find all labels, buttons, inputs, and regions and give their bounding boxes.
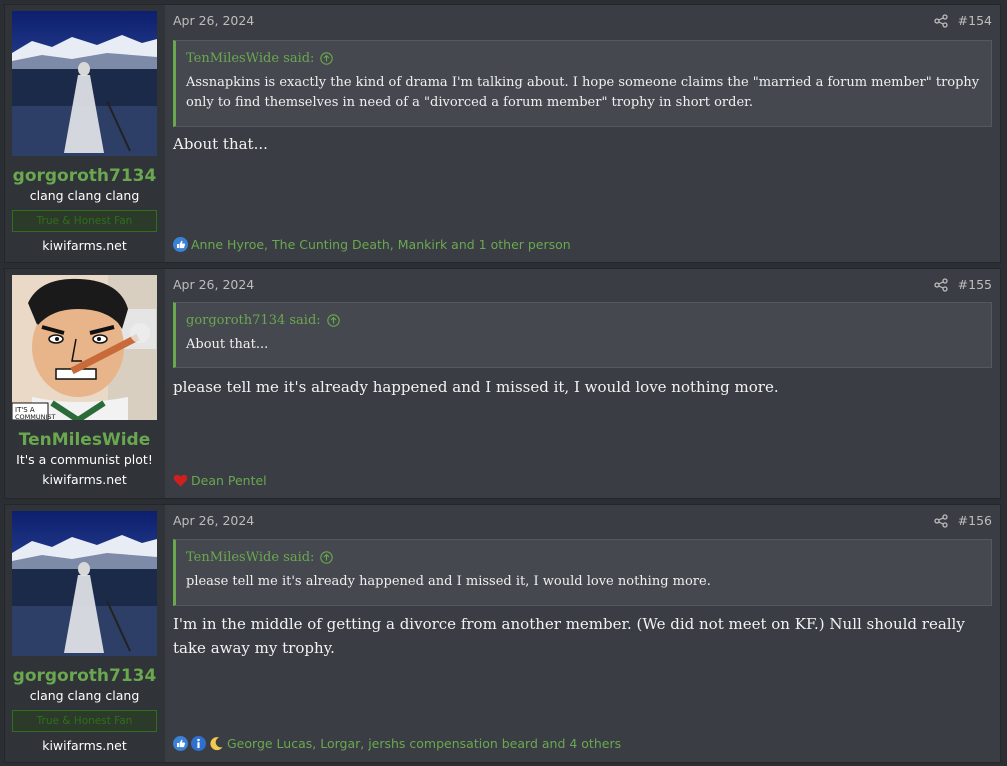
avatar[interactable]: IT'S A COMMUNIST [12,275,157,420]
message-body: please tell me it's already happened and… [173,378,779,396]
like-icon [173,736,188,751]
post-header-actions: #156 [934,513,992,528]
username[interactable]: gorgoroth7134 [12,165,157,187]
post-content: Apr 26, 2024 #155 gorgoroth7134 said: Ab… [165,269,1000,498]
heart-icon [173,474,188,487]
user-site: kiwifarms.net [42,738,127,753]
post-154: gorgoroth7134 clang clang clang True & H… [4,4,1001,263]
quote-author[interactable]: TenMilesWide said: [186,51,314,66]
post-155: IT'S A COMMUNIST TenMilesWide It's a com… [4,268,1001,499]
post-content: Apr 26, 2024 #156 TenMilesWide said: ple… [165,505,1000,762]
reactions-text[interactable]: Dean Pentel [191,473,267,488]
reactions-text[interactable]: Anne Hyroe, The Cunting Death, Mankirk a… [191,237,571,252]
svg-text:COMMUNIST: COMMUNIST [15,413,56,420]
user-info: IT'S A COMMUNIST TenMilesWide It's a com… [5,269,165,498]
quote-author[interactable]: TenMilesWide said: [186,550,314,565]
post-date[interactable]: Apr 26, 2024 [173,13,254,28]
username[interactable]: TenMilesWide [12,429,157,451]
quote-block: TenMilesWide said: please tell me it's a… [173,539,992,606]
user-site: kiwifarms.net [42,472,127,487]
quote-text: Assnapkins is exactly the kind of drama … [186,75,980,110]
user-info: gorgoroth7134 clang clang clang True & H… [5,5,165,262]
post-header-actions: #155 [934,277,992,292]
share-icon[interactable] [934,13,948,28]
quote-author[interactable]: gorgoroth7134 said: [186,313,321,328]
avatar[interactable] [12,11,157,156]
share-icon[interactable] [934,277,948,292]
user-title: It's a communist plot! [16,452,153,467]
arrow-up-circle-icon[interactable] [320,550,334,564]
reactions-text[interactable]: George Lucas, Lorgar, jershs compensatio… [227,736,621,751]
user-title: clang clang clang [29,188,140,203]
message-body: About that... [173,135,268,153]
informative-icon [191,736,206,751]
username[interactable]: gorgoroth7134 [12,665,157,687]
like-icon [173,237,188,252]
avatar[interactable] [12,511,157,656]
quote-block: gorgoroth7134 said: About that... [173,302,992,368]
user-banner: True & Honest Fan [12,710,157,732]
reactions-bar[interactable]: Dean Pentel [173,473,267,488]
user-title: clang clang clang [29,688,140,703]
quote-header[interactable]: gorgoroth7134 said: [176,303,991,331]
post-number[interactable]: #154 [958,13,992,28]
reactions-bar[interactable]: Anne Hyroe, The Cunting Death, Mankirk a… [173,237,571,252]
user-site: kiwifarms.net [42,238,127,253]
user-info: gorgoroth7134 clang clang clang True & H… [5,505,165,762]
arrow-up-circle-icon[interactable] [326,313,340,327]
post-156: gorgoroth7134 clang clang clang True & H… [4,504,1001,763]
moon-icon [210,737,223,751]
reactions-bar[interactable]: George Lucas, Lorgar, jershs compensatio… [173,736,621,751]
message-body: I'm in the middle of getting a divorce f… [173,615,965,657]
quote-text: About that... [186,337,269,352]
share-icon[interactable] [934,513,948,528]
post-date[interactable]: Apr 26, 2024 [173,277,254,292]
quote-block: TenMilesWide said: Assnapkins is exactly… [173,40,992,127]
post-number[interactable]: #155 [958,277,992,292]
post-number[interactable]: #156 [958,513,992,528]
post-content: Apr 26, 2024 #154 TenMilesWide said: Ass… [165,5,1000,262]
quote-text: please tell me it's already happened and… [186,574,711,589]
post-header-actions: #154 [934,13,992,28]
user-banner: True & Honest Fan [12,210,157,232]
post-date[interactable]: Apr 26, 2024 [173,513,254,528]
arrow-up-circle-icon[interactable] [320,51,334,65]
quote-header[interactable]: TenMilesWide said: [176,41,991,69]
quote-header[interactable]: TenMilesWide said: [176,540,991,568]
